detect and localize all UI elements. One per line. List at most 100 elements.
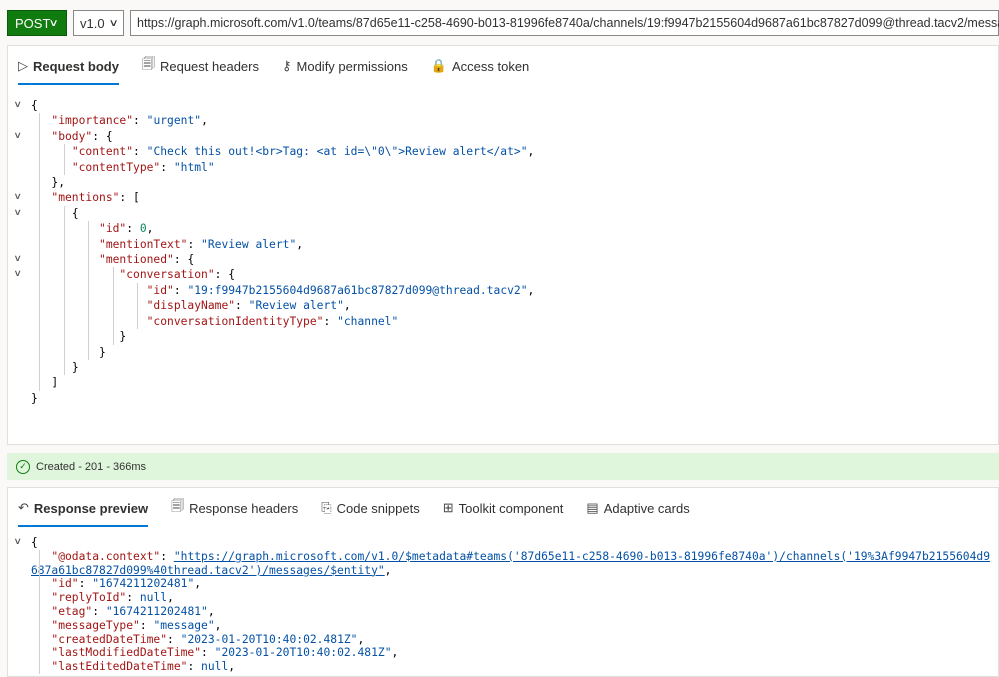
indent-guide [63, 313, 65, 330]
query-bar: POST ∨ v1.0 ∨ https://graph.microsoft.com/… [7, 10, 999, 38]
request-body-editor[interactable]: ∨{ "importance": "urgent", ∨ "body": { "c… [8, 98, 998, 406]
tab-request-headers[interactable]: 🗐 Request headers [142, 46, 271, 86]
indent-guide [39, 236, 40, 253]
json-punct: { [71, 206, 79, 220]
lock-icon: 🔒 [430, 58, 447, 73]
json-string[interactable]: "https://graph.microsoft.com/v1.0/$metad… [31, 550, 990, 577]
json-punct: ] [51, 376, 59, 390]
indent-guide [63, 236, 65, 253]
json-key: "mentionText" [99, 237, 188, 251]
indent-guide [112, 298, 114, 314]
code-line: "importance": "urgent", [8, 113, 998, 129]
json-key: "@odata.context" [51, 549, 161, 563]
code-line: "createdDateTime": "2023-01-20T10:40:02.… [8, 632, 998, 647]
code-line: "content": "Check this out!<br>Tag: <at … [8, 144, 998, 160]
code-line: ∨ "mentioned": { [8, 252, 998, 268]
indent-guide [88, 344, 89, 360]
json-punct: }, [51, 176, 66, 190]
code-line: ∨{ [8, 536, 998, 550]
json-key: "body" [51, 129, 93, 143]
response-body-viewer[interactable]: ∨{ "@odata.context": "https://graph.micr… [8, 536, 998, 674]
indent-guide [88, 267, 89, 283]
chevron-down-icon[interactable]: ∨ [14, 190, 22, 205]
json-punct: : [235, 299, 249, 313]
json-punct: } [99, 345, 106, 359]
json-punct: : [160, 160, 174, 174]
chevron-down-icon[interactable]: ∨ [14, 129, 22, 144]
indent-guide [39, 267, 40, 283]
tab-response-preview[interactable]: ↶ Response preview [18, 488, 160, 528]
request-panel: ▷ Request body 🗐 Request headers ⚷ Modify per… [7, 45, 999, 445]
chevron-down-icon[interactable]: ∨ [14, 98, 22, 113]
json-key: "etag" [51, 604, 93, 618]
code-line: "id": "1674211202481", [8, 577, 998, 592]
indent-guide [63, 267, 65, 283]
code-line: "displayName": "Review alert", [8, 298, 998, 314]
json-punct: : [160, 549, 174, 563]
json-punct: , [384, 563, 392, 577]
tab-label: Modify permissions [296, 58, 408, 74]
indent-guide [39, 660, 40, 674]
indent-guide [39, 591, 40, 605]
indent-guide [137, 313, 138, 330]
json-key: "createdDateTime" [51, 632, 168, 646]
chevron-down-icon[interactable]: ∨ [14, 252, 22, 267]
indent-guide [88, 282, 89, 299]
tab-adaptive-cards[interactable]: ▤ Adaptive cards [586, 488, 701, 528]
json-key: "conversationIdentityType" [146, 314, 324, 328]
indent-guide [39, 359, 40, 376]
tab-toolkit-component[interactable]: ⊞ Toolkit component [443, 488, 576, 528]
code-line: "lastEditedDateTime": null, [8, 660, 998, 674]
code-line: }, [8, 175, 998, 191]
code-line: "replyToId": null, [8, 591, 998, 605]
indent-guide [137, 298, 138, 314]
headers-icon: 🗐 [171, 498, 185, 513]
tab-code-snippets[interactable]: ⎘ Code snippets [321, 488, 432, 528]
json-number: 0 [139, 222, 147, 236]
json-key: "mentions" [51, 191, 120, 205]
json-punct: , [527, 283, 535, 297]
indent-guide [112, 329, 114, 345]
chevron-down-icon[interactable]: ∨ [14, 536, 22, 550]
json-string: "html" [173, 160, 215, 174]
method-dropdown[interactable]: POST ∨ [7, 10, 67, 36]
tab-request-body[interactable]: ▷ Request body [18, 46, 131, 86]
json-punct: : [167, 632, 181, 646]
code-line: "@odata.context": "https://graph.microso… [8, 549, 998, 578]
indent-guide [137, 282, 138, 299]
url-input[interactable]: https://graph.microsoft.com/v1.0/teams/8… [130, 10, 999, 36]
json-punct: : { [173, 253, 195, 267]
json-key: "conversation" [119, 268, 215, 282]
chevron-down-icon[interactable]: ∨ [14, 206, 22, 221]
json-punct: : [78, 577, 93, 591]
indent-guide [39, 159, 40, 176]
json-punct: : { [92, 129, 113, 143]
json-key: "lastEditedDateTime" [51, 660, 188, 674]
indent-guide [39, 375, 40, 391]
version-dropdown[interactable]: v1.0 ∨ [73, 10, 124, 36]
code-line: } [8, 359, 998, 376]
json-string: "Review alert" [248, 299, 344, 313]
json-punct: : [187, 237, 202, 251]
tab-label: Request body [33, 58, 119, 74]
code-line: ∨ "body": { [8, 128, 998, 145]
json-string: "message" [153, 618, 215, 632]
code-line: "messageType": "message", [8, 618, 998, 633]
chevron-down-icon[interactable]: ∨ [14, 267, 22, 282]
indent-guide [39, 577, 40, 592]
code-line: ] [8, 375, 998, 391]
indent-guide [63, 359, 65, 376]
code-line: ∨{ [8, 98, 998, 113]
indent-guide [63, 298, 65, 314]
json-punct: , [296, 237, 304, 251]
tab-access-token[interactable]: 🔒 Access token [431, 46, 542, 86]
indent-guide [39, 190, 40, 206]
chevron-down-icon: ∨ [108, 17, 119, 29]
tab-response-headers[interactable]: 🗐 Response headers [171, 488, 310, 528]
json-punct: , [167, 591, 174, 605]
tab-modify-permissions[interactable]: ⚷ Modify permissions [282, 46, 420, 86]
code-line: } [8, 391, 998, 406]
json-punct: : [133, 145, 147, 159]
json-string: "2023-01-20T10:40:02.481Z" [180, 632, 358, 646]
indent-guide [88, 329, 89, 345]
